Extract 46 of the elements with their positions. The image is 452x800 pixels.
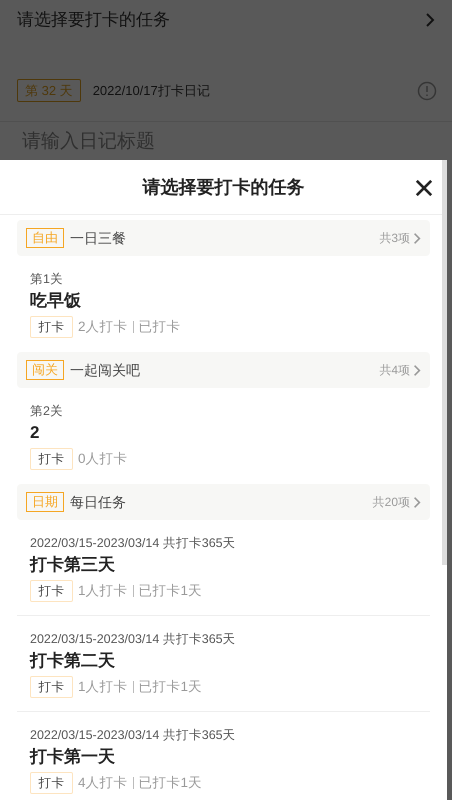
stat-text: 1人打卡 xyxy=(78,678,128,696)
chevron-icon xyxy=(425,12,435,28)
group-name: 每日任务 xyxy=(70,492,126,512)
diary-date-title: 2022/10/17打卡日记 xyxy=(92,82,210,100)
stat-text: 1人打卡 xyxy=(78,582,128,600)
task-title: 打卡第三天 xyxy=(30,554,116,576)
group-count: 共20项 xyxy=(372,494,410,511)
group-header[interactable]: 自由 一日三餐 共3项 xyxy=(17,220,430,256)
stat-text: 4人打卡 xyxy=(78,774,128,792)
task-subtitle: 2022/03/15-2023/03/14 共打卡365天 xyxy=(30,535,237,552)
chevron-icon xyxy=(413,496,421,508)
stat-text: 已打卡 xyxy=(138,318,181,336)
stat-text: 0人打卡 xyxy=(78,450,128,468)
stat-text: 已打卡1天 xyxy=(138,582,202,600)
info-icon[interactable] xyxy=(417,80,437,100)
group-tag: 日期 xyxy=(26,492,64,512)
chevron-icon xyxy=(413,232,421,244)
task-title: 打卡第一天 xyxy=(30,746,116,768)
group-count: 共4项 xyxy=(379,362,410,379)
group-header[interactable]: 日期 每日任务 共20项 xyxy=(17,484,430,520)
check-in-button[interactable]: 打卡 xyxy=(30,676,73,698)
stat-text: 2人打卡 xyxy=(78,318,128,336)
group-name: 一起闯关吧 xyxy=(70,360,140,380)
sheet-title: 请选择要打卡的任务 xyxy=(142,176,304,198)
stat-text: 已打卡1天 xyxy=(138,678,202,696)
task-subtitle: 第1关 xyxy=(30,271,64,288)
task-title: 打卡第二天 xyxy=(30,650,116,672)
group-tag: 闯关 xyxy=(26,360,64,380)
group-name: 一日三餐 xyxy=(70,228,126,248)
day-tag: 第 32 天 xyxy=(17,78,81,102)
task-subtitle: 2022/03/15-2023/03/14 共打卡365天 xyxy=(30,727,237,744)
check-in-button[interactable]: 打卡 xyxy=(30,772,73,794)
stat-text: 已打卡1天 xyxy=(138,774,202,792)
close-icon[interactable] xyxy=(415,179,433,197)
scrollbar[interactable] xyxy=(442,160,447,565)
check-in-button[interactable]: 打卡 xyxy=(30,448,73,470)
check-in-button[interactable]: 打卡 xyxy=(30,316,73,338)
task-subtitle: 第2关 xyxy=(30,403,64,420)
chevron-icon xyxy=(413,364,421,376)
task-title: 2 xyxy=(30,422,40,444)
task-subtitle: 2022/03/15-2023/03/14 共打卡365天 xyxy=(30,631,237,648)
check-in-button[interactable]: 打卡 xyxy=(30,580,73,602)
group-count: 共3项 xyxy=(379,230,410,247)
group-header[interactable]: 闯关 一起闯关吧 共4项 xyxy=(17,352,430,388)
task-title: 吃早饭 xyxy=(30,290,82,312)
group-tag: 自由 xyxy=(26,228,64,248)
